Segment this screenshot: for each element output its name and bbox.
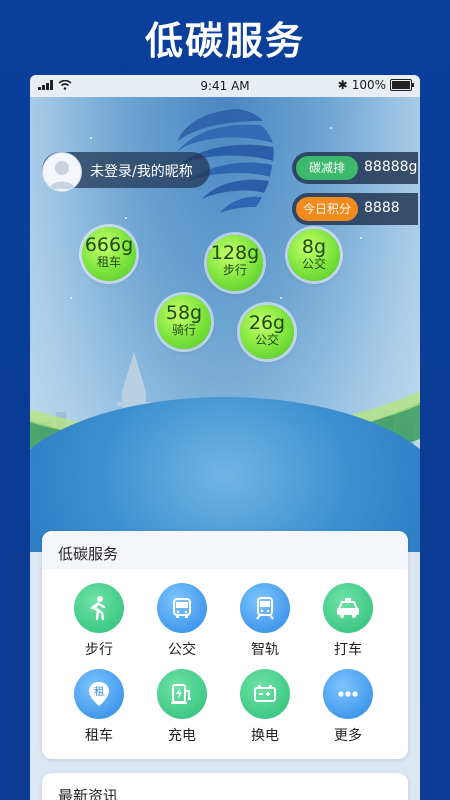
service-label: 打车 <box>334 642 362 658</box>
bluetooth-icon: ✱ <box>337 78 348 92</box>
carbon-reduction-value: 88888g <box>364 159 418 175</box>
carbon-bubble-cycling[interactable]: 58g 骑行 <box>157 295 211 349</box>
avatar[interactable] <box>42 152 82 192</box>
news-card: 最新资讯 <box>42 773 408 800</box>
service-label: 换电 <box>251 728 279 744</box>
hero-area: 未登录/我的昵称 碳减排 88888g 今日积分 8888 666g 租车 12… <box>30 97 420 552</box>
taxi-icon <box>323 583 373 633</box>
app-frame: 低碳服务 9:41 AM ✱ 100% 未登录/我的昵称 碳减排 88888g … <box>0 0 450 800</box>
service-label: 步行 <box>85 642 113 658</box>
carbon-bubble-bus[interactable]: 8g 公交 <box>288 229 340 281</box>
user-login-pill[interactable]: 未登录/我的昵称 <box>42 152 210 192</box>
service-charging[interactable]: 充电 <box>147 669 217 745</box>
service-bus[interactable]: 公交 <box>147 583 217 659</box>
bubble-label: 公交 <box>254 333 279 347</box>
banner-title: 低碳服务 <box>144 19 305 63</box>
bubble-label: 租车 <box>96 255 121 269</box>
bubble-label: 公交 <box>301 257 326 271</box>
service-label: 充电 <box>168 728 196 744</box>
carbon-reduction-label: 碳减排 <box>296 156 358 180</box>
service-taxi[interactable]: 打车 <box>313 583 383 659</box>
carbon-bubble-walk[interactable]: 128g 步行 <box>207 235 263 291</box>
walk-icon <box>74 583 124 633</box>
carbon-bubble-bus-2[interactable]: 26g 公交 <box>240 305 294 359</box>
rent-car-icon: 租 <box>74 669 124 719</box>
carbon-reduction-pill[interactable]: 碳减排 88888g <box>292 152 418 184</box>
bubble-value: 666g <box>84 234 134 256</box>
bubble-value: 8g <box>301 236 327 258</box>
service-rent-car[interactable]: 租 租车 <box>64 669 134 745</box>
battery-percent: 100% <box>351 78 386 92</box>
news-card-title: 最新资讯 <box>58 787 119 800</box>
battery-icon <box>390 79 414 91</box>
today-points-pill[interactable]: 今日积分 8888 <box>292 193 418 225</box>
status-bar: 9:41 AM ✱ 100% <box>30 75 420 97</box>
bubble-label: 步行 <box>222 263 247 277</box>
bubble-value: 128g <box>210 242 260 264</box>
bus-icon <box>157 583 207 633</box>
battery-swap-icon <box>240 669 290 719</box>
bubble-value: 26g <box>248 312 286 334</box>
service-label: 公交 <box>168 642 196 658</box>
service-tram[interactable]: 智轨 <box>230 583 300 659</box>
phone-screen: 9:41 AM ✱ 100% 未登录/我的昵称 碳减排 88888g 今日积分 … <box>30 75 420 800</box>
services-card-title: 低碳服务 <box>58 545 119 563</box>
bubble-value: 58g <box>165 302 203 324</box>
carbon-bubble-rent-car[interactable]: 666g 租车 <box>82 227 136 281</box>
today-points-value: 8888 <box>364 200 400 216</box>
tram-icon <box>240 583 290 633</box>
service-battery-swap[interactable]: 换电 <box>230 669 300 745</box>
more-icon <box>323 669 373 719</box>
svg-text:租: 租 <box>94 685 104 698</box>
user-name[interactable]: 未登录/我的昵称 <box>90 161 193 181</box>
service-label: 智轨 <box>251 642 279 658</box>
bubble-label: 骑行 <box>171 323 196 337</box>
service-label: 更多 <box>334 728 362 744</box>
today-points-label: 今日积分 <box>296 197 358 221</box>
charging-icon <box>157 669 207 719</box>
service-more[interactable]: 更多 <box>313 669 383 745</box>
earth-decoration <box>30 397 420 552</box>
service-walk[interactable]: 步行 <box>64 583 134 659</box>
service-label: 租车 <box>85 728 113 744</box>
services-card: 低碳服务 步行 公交 智轨 打车 租 租车 充电 换电 更多 <box>42 531 408 759</box>
user-avatar-icon <box>49 161 75 189</box>
